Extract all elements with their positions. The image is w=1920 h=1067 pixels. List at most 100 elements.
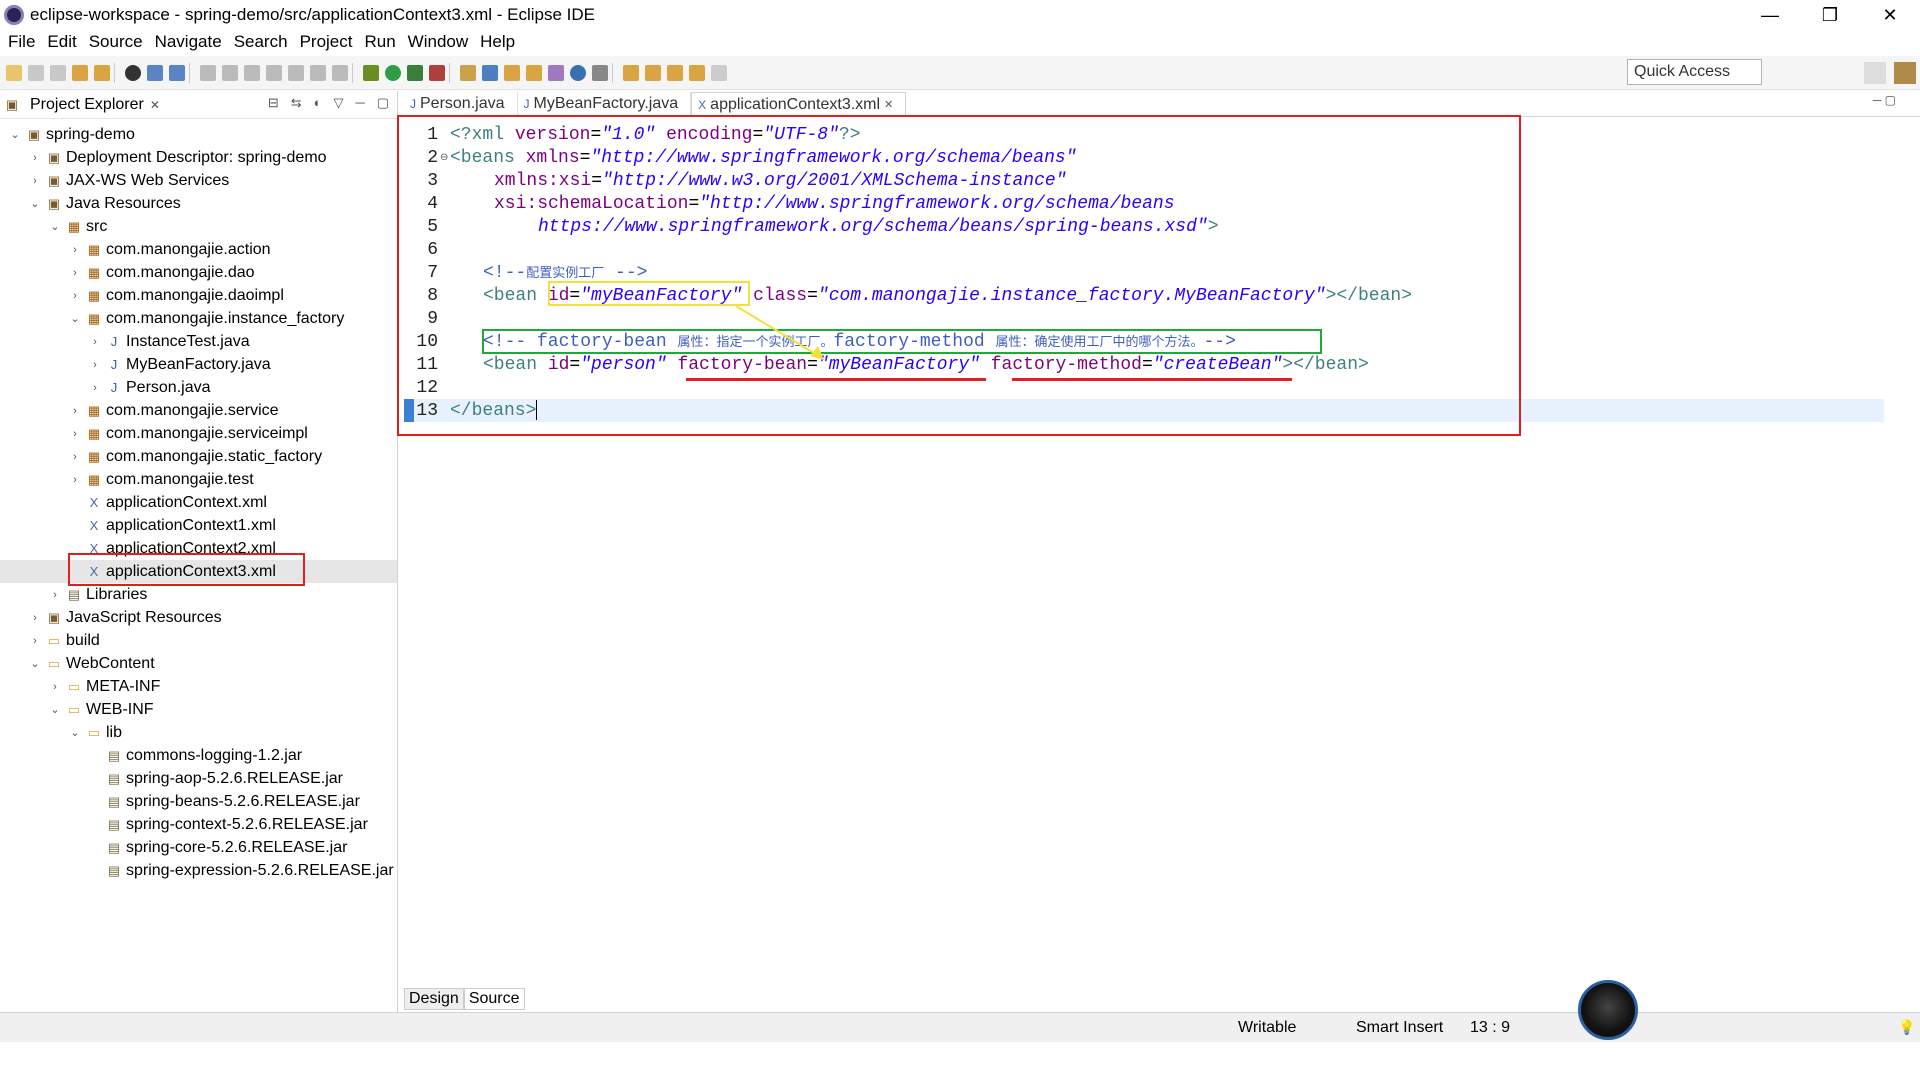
- next-annotation-icon[interactable]: [623, 64, 639, 81]
- forward-icon[interactable]: [711, 64, 727, 81]
- vertical-scrollbar[interactable]: [1898, 187, 1914, 1067]
- expanded-chevron-icon[interactable]: ⌄: [8, 128, 22, 141]
- project-explorer-title[interactable]: Project Explorer: [30, 96, 144, 114]
- editor-minmax-icon[interactable]: ─ ▢: [1873, 93, 1896, 107]
- collapse-all-icon[interactable]: ⊟: [268, 95, 279, 111]
- step-over-icon[interactable]: [310, 64, 326, 81]
- tree-item[interactable]: › ▦ com.manongajie.test: [0, 468, 397, 491]
- prev-annotation-icon[interactable]: [645, 64, 661, 81]
- tree-item[interactable]: ⌄ ▣ spring-demo: [0, 123, 397, 146]
- expanded-chevron-icon[interactable]: ⌄: [28, 657, 42, 670]
- run-icon[interactable]: [385, 64, 401, 81]
- terminate-icon[interactable]: [244, 64, 260, 81]
- expanded-chevron-icon[interactable]: ⌄: [28, 197, 42, 210]
- close-tab-icon[interactable]: ✕: [884, 98, 893, 111]
- menu-navigate[interactable]: Navigate: [155, 32, 222, 52]
- collapsed-chevron-icon[interactable]: ›: [68, 405, 82, 417]
- tab-mybeanfactory-java[interactable]: J MyBeanFactory.java: [518, 92, 692, 116]
- menu-run[interactable]: Run: [364, 32, 395, 52]
- tree-item[interactable]: ⌄ ▦ src: [0, 215, 397, 238]
- tree-item[interactable]: XapplicationContext1.xml: [0, 514, 397, 537]
- menu-search[interactable]: Search: [234, 32, 288, 52]
- close-button[interactable]: ✕: [1860, 0, 1920, 30]
- open-perspective-icon[interactable]: [1864, 62, 1886, 84]
- collapsed-chevron-icon[interactable]: ›: [28, 612, 42, 624]
- collapsed-chevron-icon[interactable]: ›: [28, 152, 42, 164]
- save-icon[interactable]: [28, 64, 44, 81]
- expanded-chevron-icon[interactable]: ⌄: [48, 703, 62, 716]
- new-icon[interactable]: [6, 64, 22, 81]
- tree-item[interactable]: › J InstanceTest.java: [0, 330, 397, 353]
- debug-icon[interactable]: [363, 64, 379, 81]
- link-editor-icon[interactable]: ⇆: [291, 95, 302, 111]
- expanded-chevron-icon[interactable]: ⌄: [68, 312, 82, 325]
- collapsed-chevron-icon[interactable]: ›: [48, 589, 62, 601]
- last-edit-icon[interactable]: [667, 64, 683, 81]
- tree-item[interactable]: ⌄ ▭ lib: [0, 721, 397, 744]
- maximize-view-icon[interactable]: ▢: [377, 95, 389, 111]
- tree-item[interactable]: › ▦ com.manongajie.service: [0, 399, 397, 422]
- focus-icon[interactable]: ◐: [314, 95, 322, 111]
- expanded-chevron-icon[interactable]: ⌄: [48, 220, 62, 233]
- tab-person-java[interactable]: J Person.java: [404, 92, 518, 116]
- tree-item[interactable]: ⌄ ▭ WEB-INF: [0, 698, 397, 721]
- save-all-icon[interactable]: [50, 64, 66, 81]
- close-view-icon[interactable]: ✕: [150, 98, 160, 112]
- open-folder-icon[interactable]: [504, 64, 520, 81]
- tree-item[interactable]: › ▤ Libraries: [0, 583, 397, 606]
- tree-item[interactable]: ▤ commons-logging-1.2.jar: [0, 744, 397, 767]
- collapsed-chevron-icon[interactable]: ›: [68, 451, 82, 463]
- collapsed-chevron-icon[interactable]: ›: [68, 428, 82, 440]
- collapsed-chevron-icon[interactable]: ›: [48, 681, 62, 693]
- tree-item[interactable]: › ▣ JavaScript Resources: [0, 606, 397, 629]
- step-return-icon[interactable]: [332, 64, 348, 81]
- new-java-project-icon[interactable]: [482, 64, 498, 81]
- menu-help[interactable]: Help: [480, 32, 515, 52]
- external-tools-icon[interactable]: [429, 64, 445, 81]
- pin-icon[interactable]: [169, 64, 185, 81]
- tree-item[interactable]: › ▭ META-INF: [0, 675, 397, 698]
- new-server-icon[interactable]: [460, 64, 476, 81]
- tree-item[interactable]: ▤ spring-context-5.2.6.RELEASE.jar: [0, 813, 397, 836]
- collapsed-chevron-icon[interactable]: ›: [88, 359, 102, 371]
- search-tool-icon[interactable]: [592, 64, 608, 81]
- resume-icon[interactable]: [200, 64, 216, 81]
- tree-item[interactable]: › ▦ com.manongajie.static_factory: [0, 445, 397, 468]
- tree-item[interactable]: › ▦ com.manongajie.serviceimpl: [0, 422, 397, 445]
- web-browser-icon[interactable]: [570, 64, 586, 81]
- new-package-icon[interactable]: [526, 64, 542, 81]
- tips-icon[interactable]: 💡: [1898, 1019, 1915, 1036]
- collapsed-chevron-icon[interactable]: ›: [28, 635, 42, 647]
- collapsed-chevron-icon[interactable]: ›: [28, 175, 42, 187]
- tree-item[interactable]: XapplicationContext.xml: [0, 491, 397, 514]
- tree-item[interactable]: › J MyBeanFactory.java: [0, 353, 397, 376]
- collapsed-chevron-icon[interactable]: ›: [88, 382, 102, 394]
- quick-access-input[interactable]: Quick Access: [1627, 59, 1762, 85]
- tree-item[interactable]: › ▦ com.manongajie.action: [0, 238, 397, 261]
- view-menu-icon[interactable]: ▽: [333, 95, 343, 111]
- tab-applicationcontext3-xml[interactable]: X applicationContext3.xml ✕: [691, 92, 907, 116]
- collapsed-chevron-icon[interactable]: ›: [68, 244, 82, 256]
- open-type-icon[interactable]: [72, 64, 88, 81]
- tree-item[interactable]: ⌄ ▭ WebContent: [0, 652, 397, 675]
- collapsed-chevron-icon[interactable]: ›: [68, 267, 82, 279]
- tree-item[interactable]: ▤ spring-aop-5.2.6.RELEASE.jar: [0, 767, 397, 790]
- java-ee-perspective-icon[interactable]: [1894, 62, 1916, 84]
- tree-item[interactable]: ⌄ ▦ com.manongajie.instance_factory: [0, 307, 397, 330]
- restore-button[interactable]: ❐: [1800, 0, 1860, 30]
- tree-item[interactable]: › ▣ JAX-WS Web Services: [0, 169, 397, 192]
- coverage-icon[interactable]: [407, 64, 423, 81]
- tree-item[interactable]: › ▭ build: [0, 629, 397, 652]
- disconnect-icon[interactable]: [266, 64, 282, 81]
- collapsed-chevron-icon[interactable]: ›: [88, 336, 102, 348]
- menu-project[interactable]: Project: [300, 32, 353, 52]
- horizontal-scrollbar[interactable]: [448, 970, 1878, 984]
- source-tab[interactable]: Source: [463, 988, 525, 1010]
- collapsed-chevron-icon[interactable]: ›: [68, 290, 82, 302]
- terminal-icon[interactable]: [147, 64, 163, 81]
- expanded-chevron-icon[interactable]: ⌄: [68, 726, 82, 739]
- minimize-button[interactable]: —: [1740, 0, 1800, 30]
- tree-item[interactable]: ▤ spring-core-5.2.6.RELEASE.jar: [0, 836, 397, 859]
- step-into-icon[interactable]: [288, 64, 304, 81]
- tree-item[interactable]: › ▣ Deployment Descriptor: spring-demo: [0, 146, 397, 169]
